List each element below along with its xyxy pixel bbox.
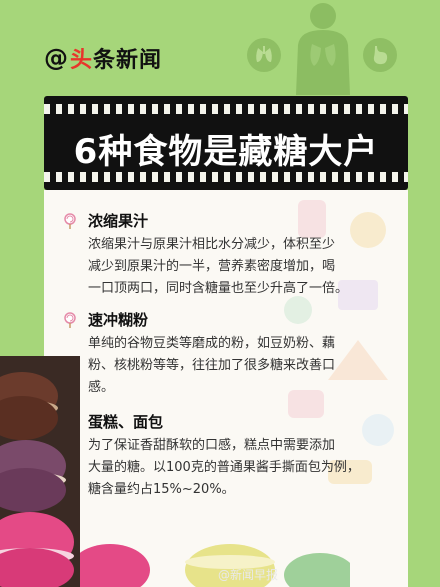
item-title: 浓缩果汁 [88,212,149,230]
lollipop-icon [64,312,76,328]
lungs-icon [247,38,281,72]
toutiao-logo: @ 头 条新闻 [44,42,162,74]
logo-brand-red: 头 [70,48,94,73]
item-text-line: 减少到原果汁的一半，营养素密度增加，喝 [88,259,336,274]
item-text-line: 感。 [88,380,115,395]
item-text-line: 粉、核桃粉等等，往往加了很多糖来改善口 [88,358,336,373]
item-text-line: 单纯的谷物豆类等磨成的粉，如豆奶粉、藕 [88,336,336,351]
title-banner: 6种食物是藏糖大户 [44,96,408,190]
item-text-line: 大量的糖。以100克的普通果酱手撕面包为例， [88,460,360,475]
item-text-line: 浓缩果汁与原果汁相比水分减少，体积至少 [88,237,336,252]
item-text-line: 为了保证香甜酥软的口感，糕点中需要添加 [88,438,336,453]
macaron-photo [0,356,80,587]
item-text: 为了保证香甜酥软的口感，糕点中需要添加 大量的糖。以100克的普通果酱手撕面包为… [88,435,360,501]
logo-brand-rest: 条新闻 [93,48,163,73]
item-text: 单纯的谷物豆类等磨成的粉，如豆奶粉、藕 粉、核桃粉等等，往往加了很多糖来改善口 … [88,333,335,399]
watermark: @新闻早报 [218,568,279,582]
macaron-photo-bottom [80,544,350,587]
item-title: 蛋糕、面包 [88,413,164,431]
item-text-line: 一口顶两口，同时含糖量也至少升高了一倍。 [88,281,349,296]
item-text: 浓缩果汁与原果汁相比水分减少，体积至少 减少到原果汁的一半，营养素密度增加，喝 … [88,234,348,300]
body-silhouette-icon [296,3,350,95]
item-title: 速冲糊粉 [88,311,149,329]
page-title: 6种食物是藏糖大户 [73,132,379,172]
lollipop-icon [64,213,76,229]
logo-at: @ [44,44,69,72]
stomach-icon [363,38,397,72]
item-text-line: 糖含量约占15%~20%。 [88,482,235,497]
